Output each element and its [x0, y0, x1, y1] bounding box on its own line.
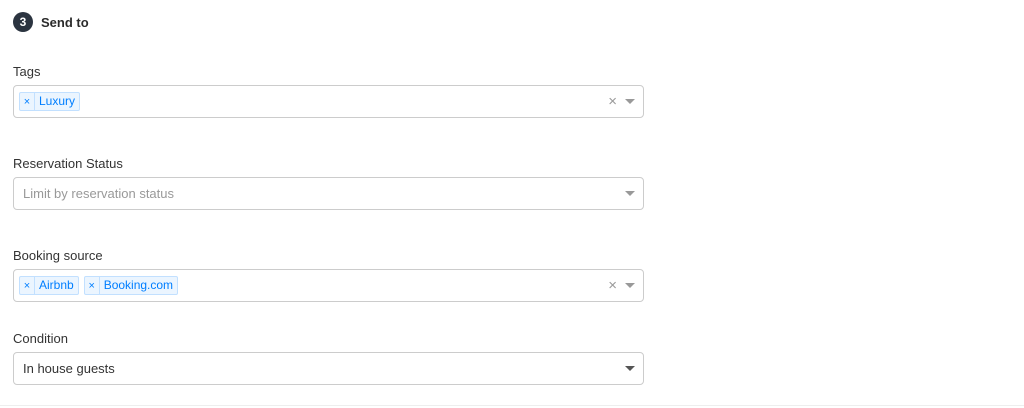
reservation-status-label: Reservation Status	[13, 156, 123, 171]
reservation-status-controls	[625, 178, 635, 209]
condition-select[interactable]: In house guests	[13, 352, 644, 385]
chevron-down-icon[interactable]	[625, 191, 635, 196]
booking-source-chip-booking-com: × Booking.com	[83, 276, 179, 295]
booking-source-chips: × Airbnb × Booking.com	[19, 270, 179, 301]
send-to-section: 3 Send to Tags × Luxury × Reservation St…	[0, 0, 1024, 408]
tags-label: Tags	[13, 64, 41, 79]
chevron-down-icon[interactable]	[625, 283, 635, 288]
booking-source-label: Booking source	[13, 248, 103, 263]
booking-source-controls: ×	[608, 270, 635, 301]
remove-chip-icon[interactable]: ×	[20, 93, 35, 110]
step-header: 3 Send to	[13, 12, 89, 32]
reservation-status-placeholder: Limit by reservation status	[23, 186, 175, 201]
clear-icon[interactable]: ×	[608, 94, 617, 109]
remove-chip-icon[interactable]: ×	[20, 277, 35, 294]
reservation-status-select[interactable]: Limit by reservation status	[13, 177, 644, 210]
tags-chips: × Luxury	[19, 86, 81, 117]
clear-icon[interactable]: ×	[608, 278, 617, 293]
tag-chip-luxury: × Luxury	[19, 92, 81, 111]
condition-field: Condition In house guests	[13, 330, 644, 385]
chip-label: Booking.com	[103, 278, 174, 292]
step-number-badge: 3	[13, 12, 33, 32]
booking-source-field: Booking source × Airbnb × Booking.com ×	[13, 247, 644, 302]
step-title: Send to	[41, 14, 89, 30]
chip-label: Airbnb	[39, 278, 74, 292]
chevron-down-icon[interactable]	[625, 99, 635, 104]
tags-controls: ×	[608, 86, 635, 117]
tags-select[interactable]: × Luxury ×	[13, 85, 644, 118]
booking-source-select[interactable]: × Airbnb × Booking.com ×	[13, 269, 644, 302]
condition-controls	[625, 353, 635, 384]
chip-label: Luxury	[39, 94, 76, 108]
condition-label: Condition	[13, 331, 68, 346]
reservation-status-field: Reservation Status Limit by reservation …	[13, 155, 644, 210]
remove-chip-icon[interactable]: ×	[85, 277, 100, 294]
booking-source-chip-airbnb: × Airbnb	[19, 276, 79, 295]
chevron-down-icon[interactable]	[625, 366, 635, 371]
section-divider	[0, 405, 1024, 406]
tags-field: Tags × Luxury ×	[13, 63, 644, 118]
condition-value: In house guests	[23, 361, 115, 376]
